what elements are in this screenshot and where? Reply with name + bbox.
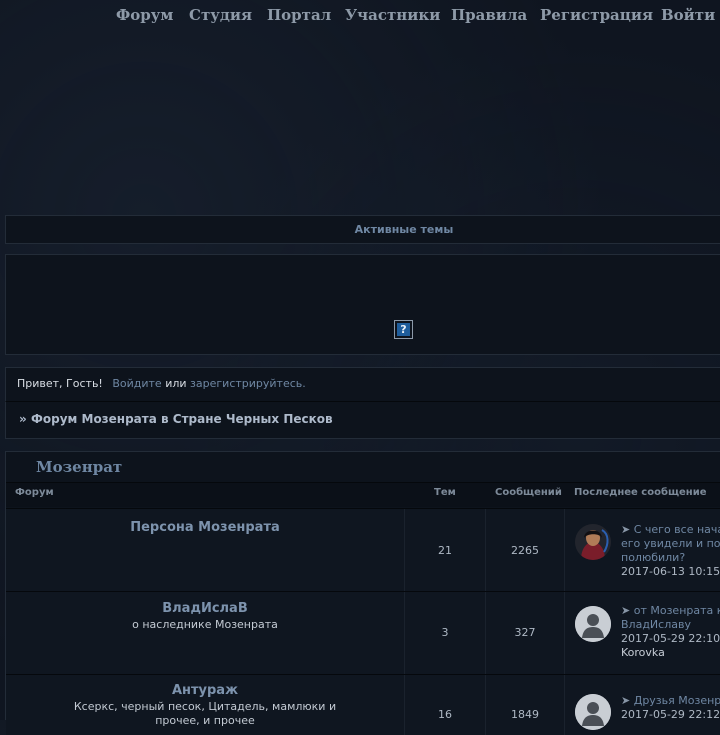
- column-last-post: Последнее сообщение: [574, 487, 707, 498]
- column-posts: Сообщений: [495, 487, 562, 498]
- forum-row: ВладИслаВ о наследнике Мозенрата 3 327 ➤…: [6, 591, 720, 674]
- register-link[interactable]: зарегистрируйтесь.: [190, 377, 306, 390]
- avatar[interactable]: [575, 524, 611, 560]
- arrow-right-icon: ➤: [621, 523, 631, 536]
- last-post-info: ➤ Друзья Мозенр 2017-05-29 22:12: [621, 694, 720, 722]
- mozenrat-avatar-image: [575, 524, 611, 560]
- last-post-link-line3[interactable]: полюбили?: [621, 551, 720, 565]
- arrow-right-icon: ➤: [621, 694, 631, 707]
- default-user-icon: [575, 606, 611, 642]
- nav-forum[interactable]: Форум: [116, 6, 173, 24]
- nav-register[interactable]: Регистрация: [540, 6, 653, 24]
- greeting-or: или: [165, 377, 187, 390]
- forum-row: Антураж Ксеркс, черный песок, Цитадель, …: [6, 674, 720, 735]
- question-icon[interactable]: ?: [394, 320, 413, 339]
- last-post-author[interactable]: Korovka: [621, 646, 720, 660]
- last-post-link-line2[interactable]: его увидели и по: [621, 537, 720, 551]
- avatar[interactable]: [575, 606, 611, 642]
- topics-count: 21: [438, 544, 452, 557]
- breadcrumb-prefix: »: [19, 412, 27, 426]
- greeting: Привет, Гость! Войдите или зарегистрируй…: [17, 377, 306, 390]
- last-post-date: 2017-05-29 22:10: [621, 632, 720, 645]
- avatar[interactable]: [575, 694, 611, 730]
- forum-description: о наследнике Мозенрата: [132, 618, 278, 631]
- forum-description: Ксеркс, черный песок, Цитадель, мамлюки …: [73, 700, 337, 727]
- category-title[interactable]: Мозенрат: [36, 458, 122, 476]
- forum-title[interactable]: Персона Мозенрата: [6, 520, 404, 535]
- last-post-link-line2[interactable]: ВладИславу: [621, 618, 720, 632]
- breadcrumb: » Форум Мозенрата в Стране Черных Песков: [19, 412, 333, 426]
- nav-rules[interactable]: Правила: [451, 6, 527, 24]
- column-topics: Тем: [434, 487, 456, 498]
- nav-studio[interactable]: Студия: [189, 6, 252, 24]
- greeting-hello: Привет, Гость!: [17, 377, 103, 390]
- posts-count: 2265: [511, 544, 539, 557]
- last-post-info: ➤ от Мозенрата к ВладИславу 2017-05-29 2…: [621, 604, 720, 660]
- last-post-link-line1[interactable]: Друзья Мозенр: [634, 694, 720, 707]
- posts-count: 1849: [511, 708, 539, 721]
- last-post-info: ➤ С чего все нача его увидели и по полюб…: [621, 523, 720, 579]
- posts-count: 327: [514, 626, 536, 639]
- last-post-date: 2017-06-13 10:15: [621, 565, 720, 578]
- topics-count: 3: [441, 626, 449, 639]
- arrow-right-icon: ➤: [621, 604, 631, 617]
- nav-members[interactable]: Участники: [345, 6, 440, 24]
- forum-title[interactable]: Антураж: [6, 683, 404, 698]
- last-post-link-line1[interactable]: от Мозенрата к: [634, 604, 720, 617]
- top-navigation: Форум Студия Портал Участники Правила Ре…: [0, 0, 720, 32]
- login-link[interactable]: Войдите: [112, 377, 161, 390]
- active-topics-bar: Активные темы: [5, 215, 720, 244]
- info-panel: [5, 254, 720, 355]
- column-forum: Форум: [15, 487, 54, 498]
- forum-row: Персона Мозенрата 21 2265 ➤ С чего все н…: [6, 508, 720, 591]
- nav-login[interactable]: Войти: [661, 6, 715, 24]
- breadcrumb-forum-link[interactable]: Форум Мозенрата в Стране Черных Песков: [31, 412, 333, 426]
- topics-count: 16: [438, 708, 452, 721]
- active-topics-link[interactable]: Активные темы: [6, 216, 720, 244]
- last-post-link-line1[interactable]: С чего все нача: [634, 523, 720, 536]
- default-user-icon: [575, 694, 611, 730]
- nav-portal[interactable]: Портал: [267, 6, 331, 24]
- forum-title[interactable]: ВладИслаВ: [6, 601, 404, 616]
